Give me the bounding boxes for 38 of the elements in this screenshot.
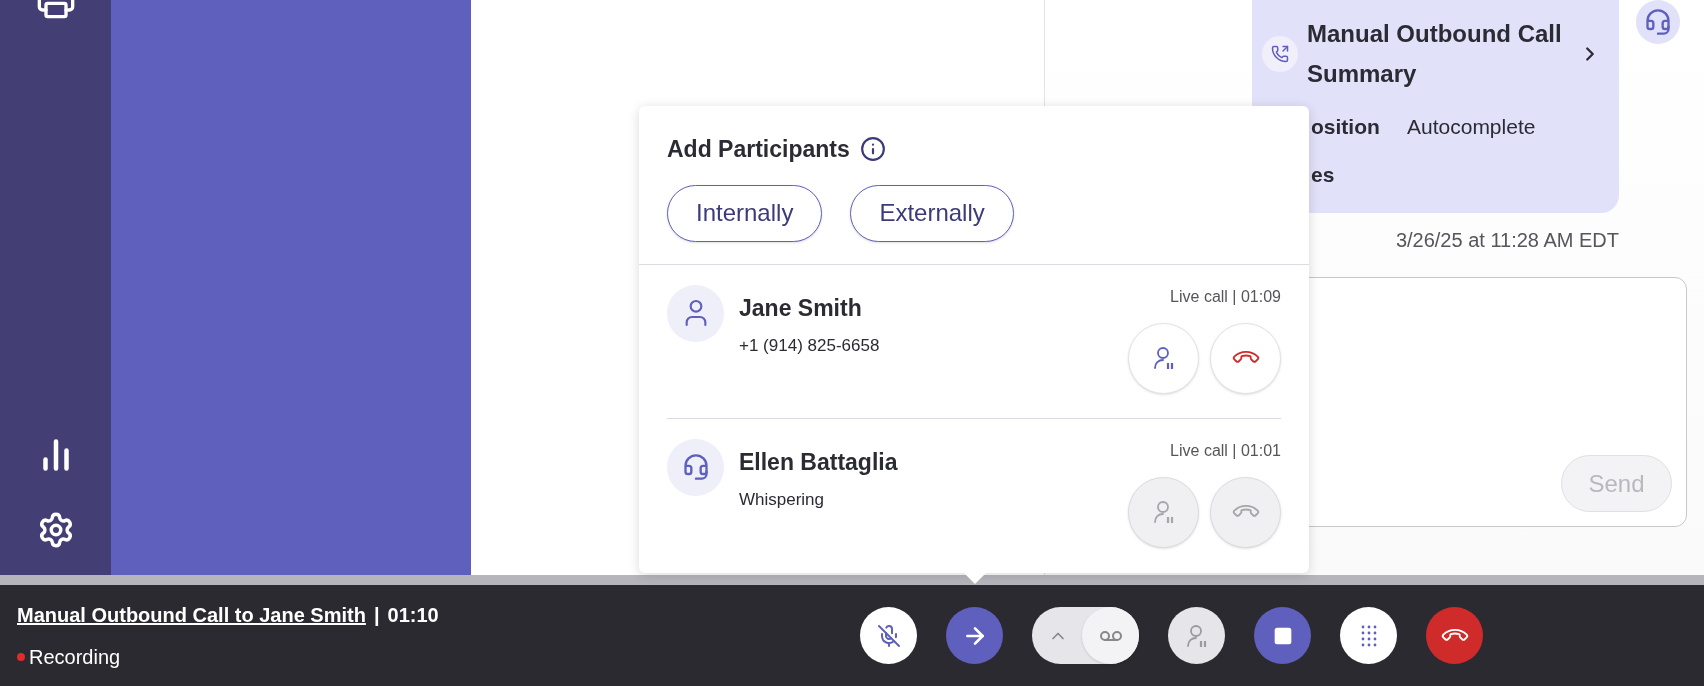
voicemail-split-button[interactable] bbox=[1032, 607, 1139, 664]
headset-avatar-icon bbox=[1636, 0, 1680, 44]
remove-participant-button[interactable] bbox=[1210, 322, 1281, 394]
popover-title: Add Participants bbox=[667, 135, 850, 164]
dialpad-icon bbox=[1359, 623, 1378, 648]
summary-title: Manual Outbound Call Summary bbox=[1307, 19, 1563, 89]
participant-name: Jane Smith bbox=[739, 293, 863, 323]
participant-detail: Whispering bbox=[739, 489, 826, 512]
hold-icon bbox=[1184, 622, 1209, 649]
field-label: osition bbox=[1311, 114, 1381, 140]
add-participant-option-button[interactable]: Internally bbox=[667, 184, 823, 242]
call-title-link[interactable]: Manual Outbound Call to Jane Smith bbox=[17, 599, 366, 630]
hold-icon bbox=[1151, 345, 1176, 371]
hold-icon bbox=[1151, 499, 1176, 526]
info-icon[interactable] bbox=[859, 136, 886, 163]
separator: | bbox=[373, 602, 380, 628]
call-status: Live call | 01:09 bbox=[1170, 286, 1281, 307]
field-value: Autocomplete bbox=[1407, 114, 1536, 140]
outbound-call-icon bbox=[1262, 36, 1298, 72]
dialpad-button[interactable] bbox=[1340, 607, 1397, 664]
call-summary-card[interactable]: Manual Outbound Call Summary osition Autocomplete es bbox=[1252, 0, 1619, 213]
mute-button[interactable] bbox=[860, 607, 917, 664]
participant-name: Ellen Battaglia bbox=[739, 447, 899, 477]
call-timer: 01:10 bbox=[387, 602, 439, 628]
stop-icon bbox=[1272, 625, 1293, 646]
hang-up-button[interactable] bbox=[1426, 607, 1483, 664]
add-participant-option-button[interactable]: Externally bbox=[850, 184, 1014, 242]
field-label: es bbox=[1311, 162, 1336, 188]
call-status: Live call | 01:01 bbox=[1170, 440, 1281, 461]
voicemail-icon-button[interactable] bbox=[1082, 607, 1139, 664]
horizontal-scrollbar[interactable] bbox=[0, 575, 1704, 585]
timestamp: 3/26/25 at 11:28 AM EDT bbox=[1395, 228, 1619, 253]
add-participant-button[interactable] bbox=[946, 607, 1003, 664]
recording-label: Recording bbox=[29, 644, 121, 670]
stop-recording-button[interactable] bbox=[1254, 607, 1311, 664]
participant-detail: +1 (914) 825-6658 bbox=[739, 335, 881, 357]
muted-microphone-icon bbox=[876, 623, 901, 648]
hold-participant-button[interactable] bbox=[1128, 322, 1199, 394]
